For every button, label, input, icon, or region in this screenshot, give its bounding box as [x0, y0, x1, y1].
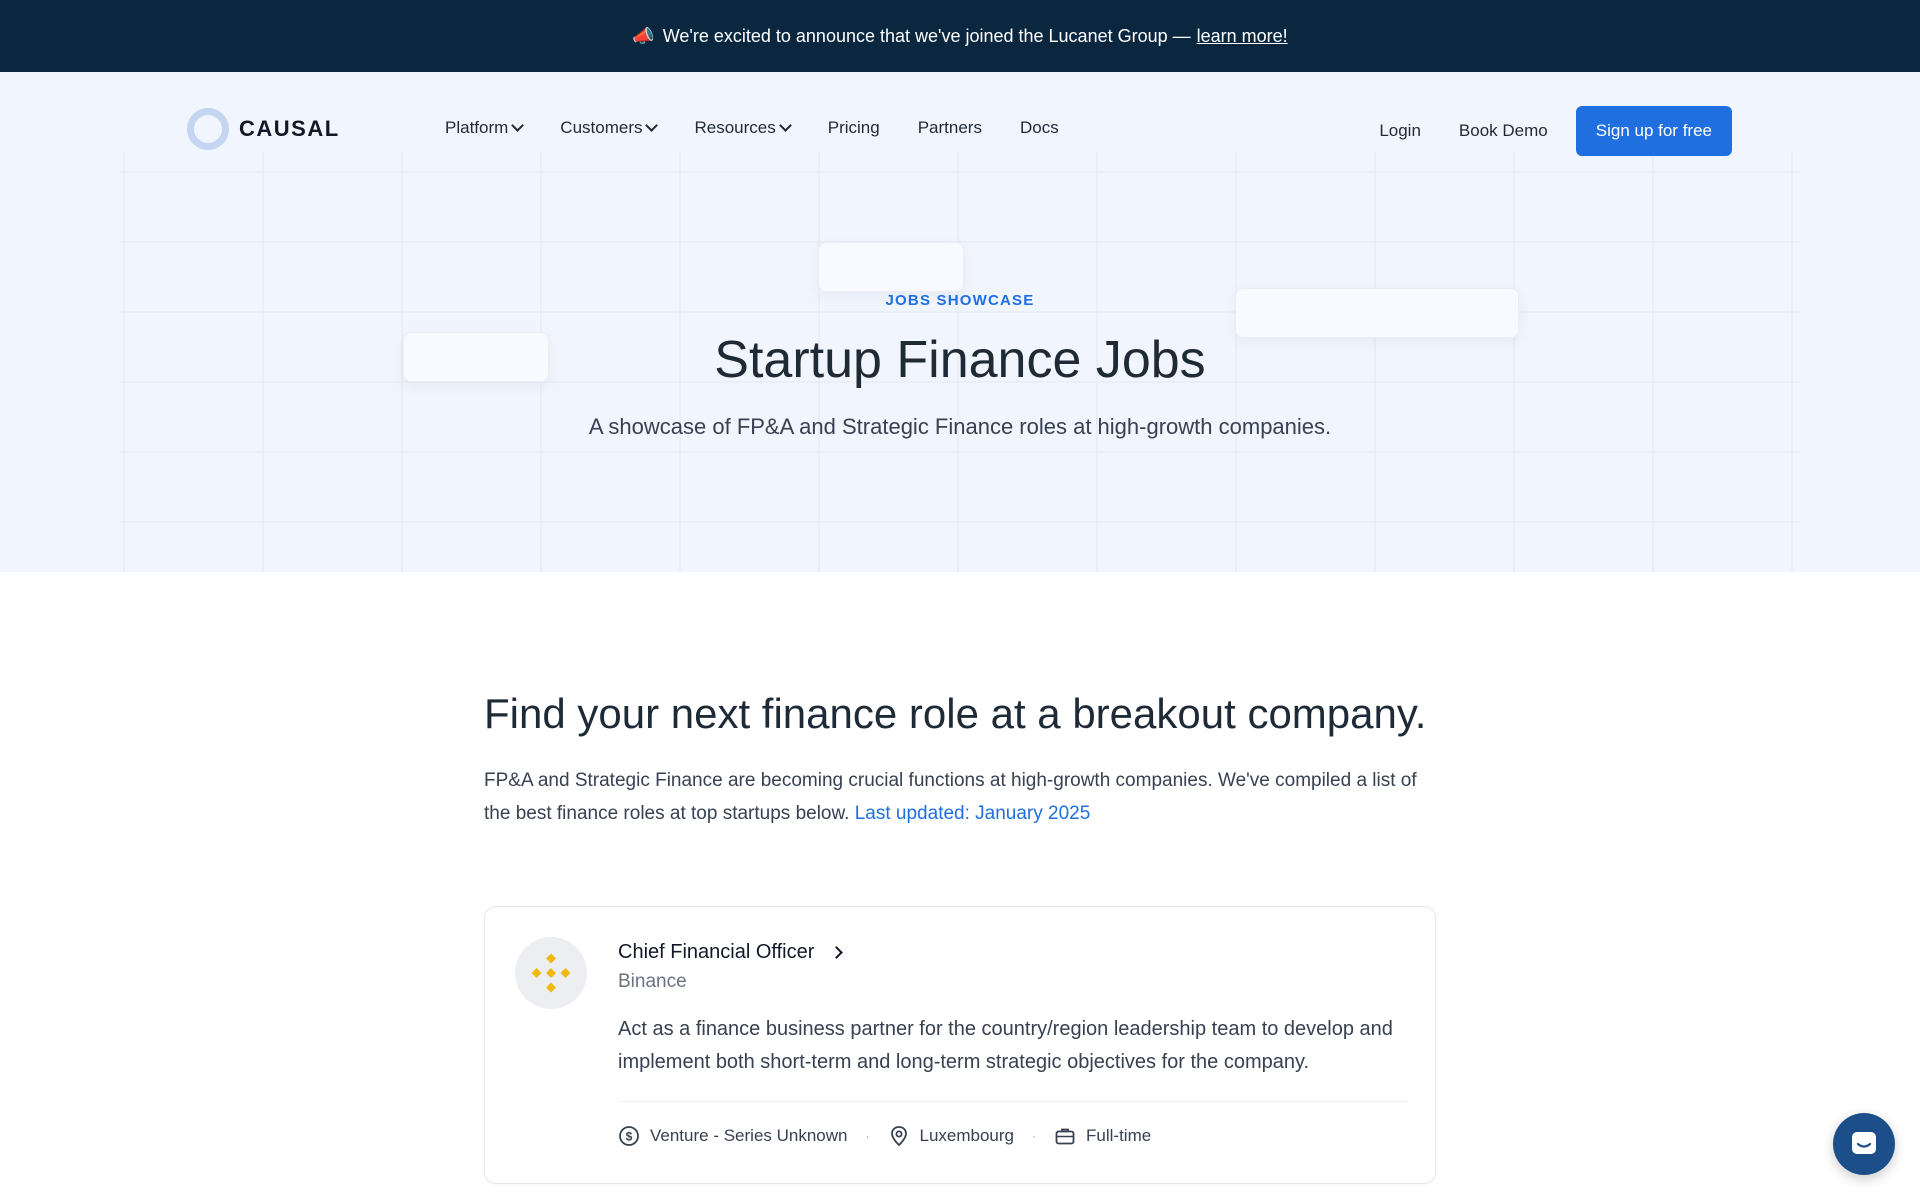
job-meta: $ Venture - Series Unknown · Luxembourg …	[618, 1125, 1151, 1147]
nav-item-pricing[interactable]: Pricing	[828, 118, 880, 138]
job-title-text: Chief Financial Officer	[618, 941, 815, 963]
company-logo	[515, 937, 587, 1009]
chat-button[interactable]	[1833, 1113, 1895, 1175]
nav-menu: Platform Customers Resources Pricing Par…	[445, 118, 1097, 138]
signup-button[interactable]: Sign up for free	[1575, 106, 1732, 156]
hero-subtitle: A showcase of FP&A and Strategic Finance…	[588, 414, 1332, 439]
chat-icon	[1852, 1132, 1876, 1154]
nav-item-label: Partners	[917, 118, 982, 137]
main-content: Find your next finance role at a breakou…	[484, 690, 1436, 830]
login-link[interactable]: Login	[1379, 121, 1421, 141]
funding-text: Venture - Series Unknown	[650, 1126, 848, 1145]
job-description: Act as a finance business partner for th…	[618, 1018, 1393, 1073]
last-updated-link[interactable]: Last updated: January 2025	[855, 803, 1091, 824]
job-card[interactable]: Chief Financial Officer Binance Act as a…	[484, 906, 1436, 1184]
nav-item-docs[interactable]: Docs	[1020, 118, 1059, 138]
chevron-down-icon	[778, 119, 792, 132]
nav-item-resources[interactable]: Resources	[694, 118, 792, 138]
binance-icon	[531, 953, 571, 993]
causal-logo[interactable]: CAUSAL	[187, 108, 340, 150]
causal-ring-icon	[187, 108, 229, 150]
svg-text:$: $	[626, 1130, 633, 1144]
job-title[interactable]: Chief Financial Officer	[618, 941, 844, 964]
nav-item-label: Resources	[694, 118, 776, 137]
nav-actions: Login Book Demo Sign up for free	[1379, 106, 1732, 156]
megaphone-icon: 📣	[632, 25, 655, 46]
employment-type-meta: Full-time	[1054, 1125, 1151, 1147]
chevron-right-icon	[830, 946, 844, 959]
intro-paragraph: FP&A and Strategic Finance are becoming …	[484, 764, 1436, 830]
decorative-card	[818, 242, 964, 292]
dollar-circle-icon: $	[619, 1126, 639, 1146]
separator-dot: ·	[865, 1129, 870, 1143]
funding-meta: $ Venture - Series Unknown	[618, 1125, 848, 1147]
company-name: Binance	[618, 971, 687, 992]
nav-item-partners[interactable]: Partners	[918, 118, 982, 138]
announcement-bar: 📣 We're excited to announce that we've j…	[0, 0, 1920, 72]
nav-item-label: Platform	[445, 118, 509, 137]
page-title: Startup Finance Jobs	[714, 331, 1206, 389]
main-navigation: CAUSAL Platform Customers Resources Pric…	[0, 72, 1920, 188]
hero-eyebrow: JOBS SHOWCASE	[885, 292, 1035, 309]
book-demo-link[interactable]: Book Demo	[1459, 121, 1548, 141]
learn-more-link[interactable]: learn more!	[1197, 26, 1288, 47]
nav-item-label: Docs	[1019, 118, 1059, 137]
nav-item-customers[interactable]: Customers	[560, 118, 659, 138]
nav-item-platform[interactable]: Platform	[445, 118, 525, 138]
map-pin-icon	[890, 1126, 907, 1147]
briefcase-icon	[1055, 1128, 1075, 1145]
separator-dot: ·	[1032, 1129, 1037, 1143]
divider	[618, 1101, 1408, 1102]
location-meta: Luxembourg	[888, 1125, 1015, 1147]
employment-type-text: Full-time	[1086, 1126, 1152, 1145]
chevron-down-icon	[645, 119, 659, 132]
logo-text: CAUSAL	[239, 116, 340, 141]
announcement-text: We're excited to announce that we've joi…	[662, 25, 1191, 46]
nav-item-label: Pricing	[827, 118, 880, 137]
chevron-down-icon	[511, 119, 525, 132]
location-text: Luxembourg	[919, 1126, 1015, 1145]
nav-item-label: Customers	[560, 118, 643, 137]
section-heading: Find your next finance role at a breakou…	[484, 690, 1427, 737]
